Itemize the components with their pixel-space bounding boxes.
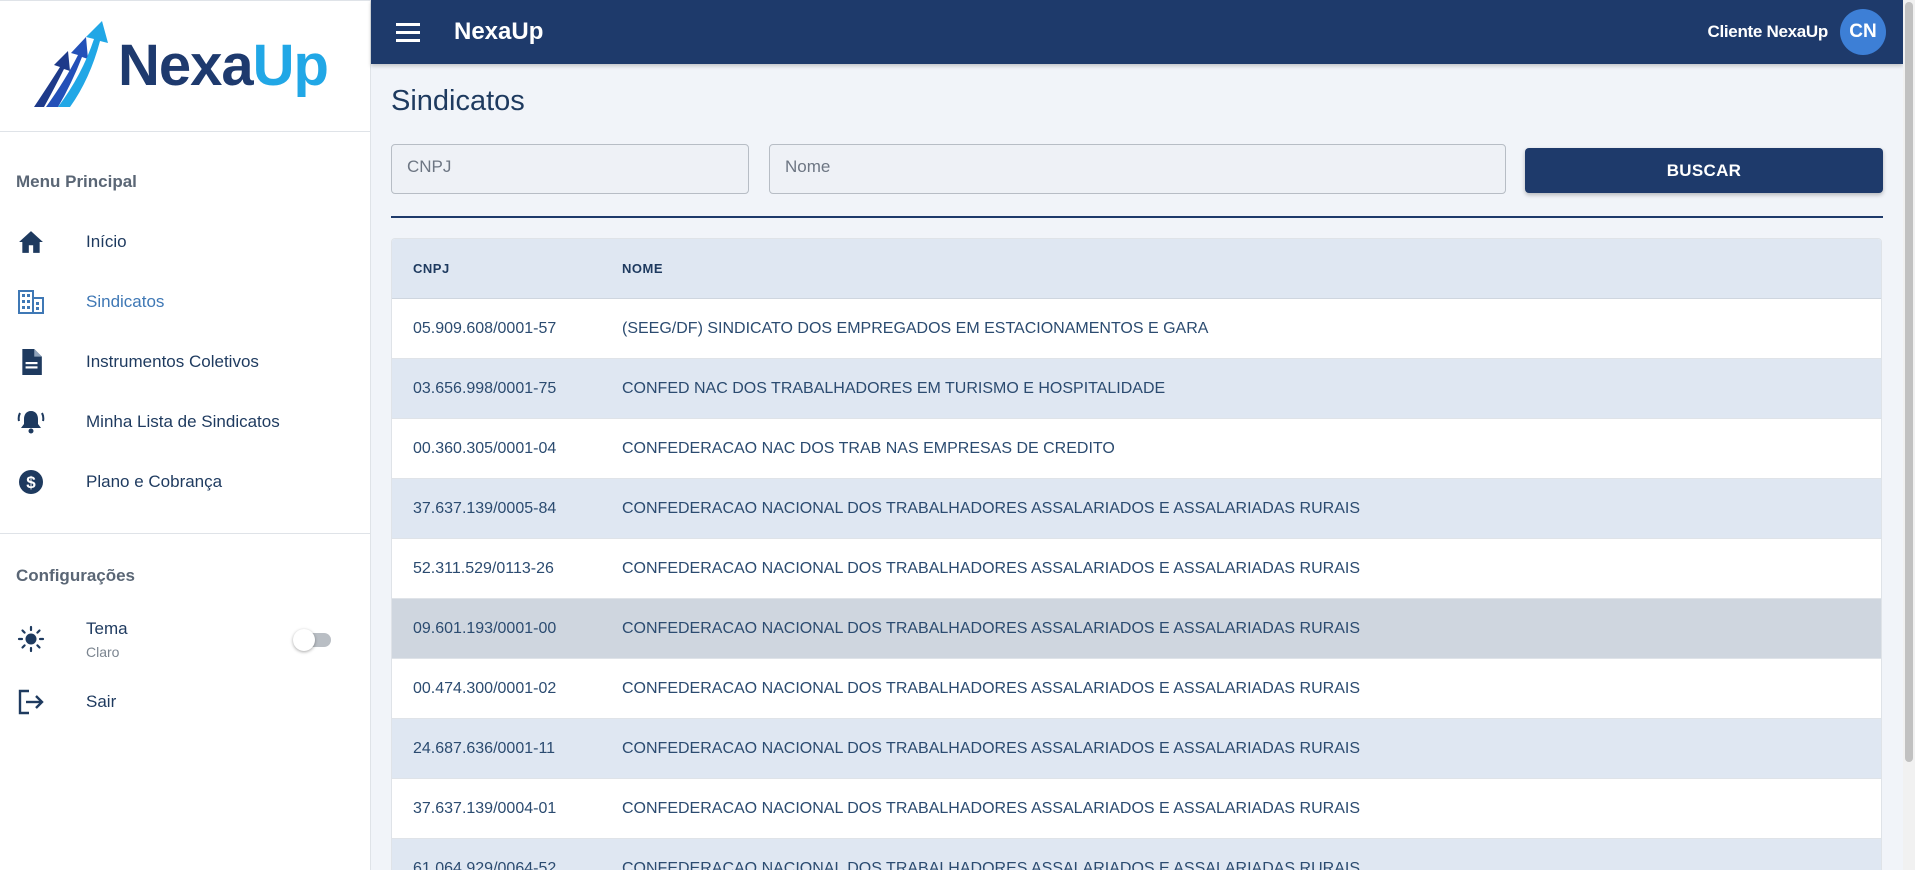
buildings-icon	[16, 287, 46, 317]
cell-cnpj: 37.637.139/0005-84	[413, 499, 557, 517]
cell-cnpj: 52.311.529/0113-26	[413, 559, 554, 577]
sidebar-item-sindicatos[interactable]: Sindicatos	[0, 272, 370, 332]
table-row[interactable]: 37.637.139/0005-84 CONFEDERACAO NACIONAL …	[392, 479, 1881, 539]
cell-nome: CONFEDERACAO NACIONAL DOS TRABALHADORES …	[622, 499, 1360, 517]
menu-title: Menu Principal	[16, 172, 137, 191]
sidebar-item-label: Início	[86, 232, 127, 251]
logo-part-nexa: Nexa	[118, 33, 254, 98]
sidebar-item-instrumentos-coletivos[interactable]: Instrumentos Coletivos	[0, 332, 370, 392]
scrollbar-thumb[interactable]	[1905, 2, 1913, 762]
cell-cnpj: 00.474.300/0001-02	[413, 679, 557, 697]
sidebar-item-inicio[interactable]: Início	[0, 212, 370, 272]
sindicatos-table: CNPJ NOME 05.909.608/0001-57 (SEEG/DF) SI…	[391, 238, 1882, 870]
nome-search-input[interactable]	[769, 144, 1506, 194]
cell-nome: CONFEDERACAO NACIONAL DOS TRABALHADORES …	[622, 679, 1360, 697]
logo-part-up: Up	[252, 33, 329, 98]
sidebar: NexaUp Menu Principal Início Sindicatos	[0, 0, 371, 870]
logo: NexaUp	[0, 1, 370, 132]
logo-arrows-icon	[34, 21, 108, 107]
main-content: Sindicatos BUSCAR CNPJ NOME 05.909.608/0…	[391, 64, 1883, 870]
cell-cnpj: 37.637.139/0004-01	[413, 799, 557, 817]
table-row[interactable]: 61.064.929/0064-52 CONFEDERACAO NACIONAL …	[392, 839, 1881, 870]
cell-cnpj: 00.360.305/0001-04	[413, 439, 557, 457]
cell-nome: CONFEDERACAO NAC DOS TRAB NAS EMPRESAS D…	[622, 439, 1115, 457]
sidebar-item-label: Minha Lista de Sindicatos	[86, 412, 280, 431]
cell-nome: CONFEDERACAO NACIONAL DOS TRABALHADORES …	[622, 739, 1360, 757]
table-body: 05.909.608/0001-57 (SEEG/DF) SINDICATO DO…	[392, 299, 1881, 870]
cell-cnpj: 03.656.998/0001-75	[413, 379, 557, 397]
theme-value: Claro	[86, 643, 120, 660]
cell-nome: CONFEDERACAO NACIONAL DOS TRABALHADORES …	[622, 799, 1360, 817]
sidebar-item-minha-lista[interactable]: Minha Lista de Sindicatos	[0, 392, 370, 452]
column-header-cnpj[interactable]: CNPJ	[392, 261, 622, 276]
svg-text:$: $	[26, 473, 36, 492]
cnpj-search-input[interactable]	[391, 144, 749, 194]
page-scrollbar[interactable]	[1903, 0, 1915, 870]
cell-nome: CONFEDERACAO NACIONAL DOS TRABALHADORES …	[622, 619, 1360, 637]
sidebar-item-label: Plano e Cobrança	[86, 472, 223, 491]
config-title: Configurações	[16, 566, 136, 585]
table-row[interactable]: 24.687.636/0001-11 CONFEDERACAO NACIONAL …	[392, 719, 1881, 779]
cell-nome: CONFED NAC DOS TRABALHADORES EM TURISMO …	[622, 379, 1166, 397]
logout-label: Sair	[86, 692, 117, 711]
logout-button[interactable]: Sair	[0, 674, 370, 730]
theme-setting: Tema Claro	[0, 604, 370, 674]
user-name: Cliente NexaUp	[1707, 22, 1828, 41]
page-title: Sindicatos	[391, 85, 525, 117]
bell-icon	[16, 407, 46, 437]
config-menu: Configurações Tema Claro Sair	[0, 534, 370, 730]
cell-cnpj: 24.687.636/0001-11	[413, 739, 556, 757]
main-menu: Menu Principal Início Sindicatos Instrum…	[0, 132, 370, 534]
table-row[interactable]: 37.637.139/0004-01 CONFEDERACAO NACIONAL …	[392, 779, 1881, 839]
avatar[interactable]: CN	[1840, 9, 1886, 55]
cell-nome: CONFEDERACAO NACIONAL DOS TRABALHADORES …	[622, 859, 1360, 870]
cell-cnpj: 05.909.608/0001-57	[413, 319, 557, 337]
home-icon	[16, 227, 46, 257]
search-button[interactable]: BUSCAR	[1525, 148, 1883, 193]
app-header: NexaUp Cliente NexaUp CN	[371, 0, 1903, 64]
sidebar-item-plano-cobranca[interactable]: $ Plano e Cobrança	[0, 452, 370, 512]
user-menu[interactable]: Cliente NexaUp CN	[1707, 9, 1886, 55]
document-icon	[16, 347, 46, 377]
table-row[interactable]: 00.360.305/0001-04 CONFEDERACAO NAC DOS T…	[392, 419, 1881, 479]
hamburger-menu-icon[interactable]	[393, 17, 423, 47]
table-row[interactable]: 09.601.193/0001-00 CONFEDERACAO NACIONAL …	[392, 599, 1881, 659]
divider	[391, 216, 1883, 218]
theme-label: Tema	[86, 618, 128, 638]
cell-nome: CONFEDERACAO NACIONAL DOS TRABALHADORES …	[622, 559, 1360, 577]
theme-texts: Tema Claro	[86, 619, 128, 660]
dollar-circle-icon: $	[16, 467, 46, 497]
table-row[interactable]: 52.311.529/0113-26 CONFEDERACAO NACIONAL …	[392, 539, 1881, 599]
app-title: NexaUp	[454, 18, 544, 45]
sidebar-item-label: Sindicatos	[86, 292, 165, 311]
table-header: CNPJ NOME	[392, 239, 1881, 299]
column-header-nome[interactable]: NOME	[622, 261, 1881, 276]
logout-icon	[16, 687, 46, 717]
table-row[interactable]: 05.909.608/0001-57 (SEEG/DF) SINDICATO DO…	[392, 299, 1881, 359]
logo-wordmark: NexaUp	[118, 37, 329, 95]
table-row[interactable]: 03.656.998/0001-75 CONFED NAC DOS TRABALH…	[392, 359, 1881, 419]
sun-icon	[16, 624, 46, 654]
sidebar-item-label: Instrumentos Coletivos	[86, 352, 259, 371]
toggle-thumb	[293, 629, 315, 651]
cell-nome: (SEEG/DF) SINDICATO DOS EMPREGADOS EM ES…	[622, 319, 1209, 337]
cell-cnpj: 09.601.193/0001-00	[413, 619, 557, 637]
cell-cnpj: 61.064.929/0064-52	[413, 859, 557, 870]
table-row[interactable]: 00.474.300/0001-02 CONFEDERACAO NACIONAL …	[392, 659, 1881, 719]
search-form: BUSCAR	[391, 144, 1883, 216]
theme-toggle[interactable]	[293, 628, 335, 651]
